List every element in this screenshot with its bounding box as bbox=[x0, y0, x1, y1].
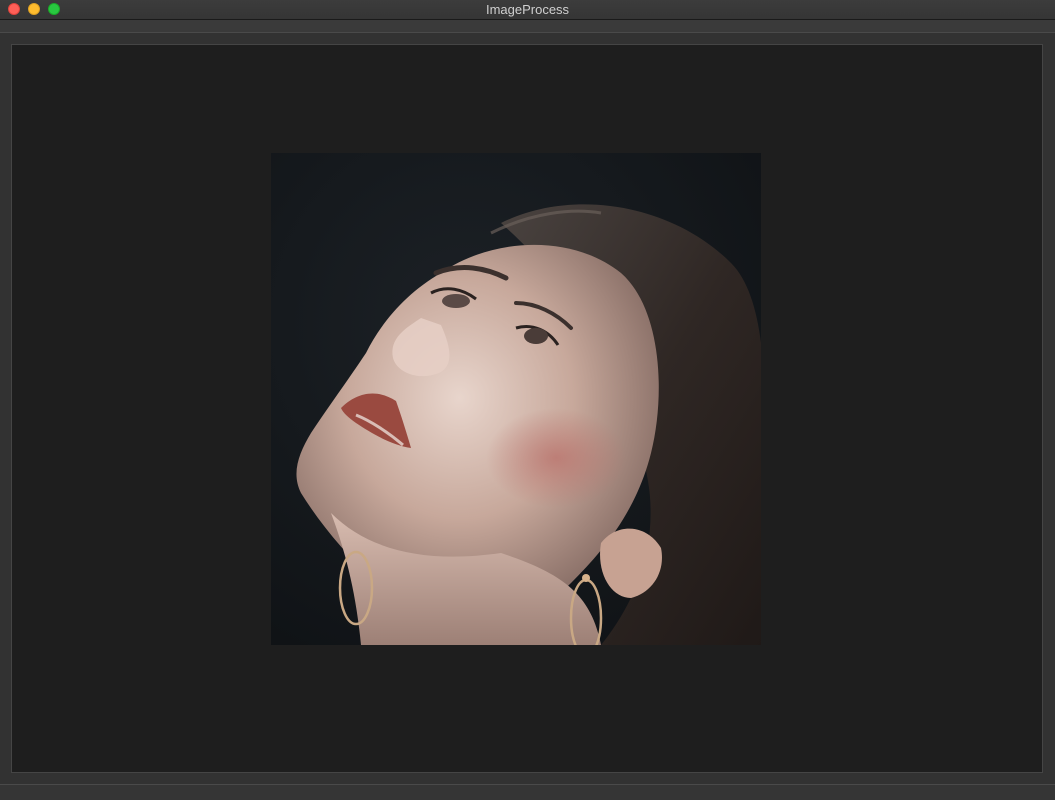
portrait-photo-icon bbox=[271, 153, 761, 645]
window-title: ImageProcess bbox=[485, 2, 570, 17]
status-bar bbox=[0, 784, 1055, 800]
toolbar bbox=[0, 20, 1055, 33]
image-canvas[interactable] bbox=[11, 44, 1043, 773]
title-bar[interactable]: ImageProcess bbox=[0, 0, 1055, 20]
app-window: ImageProcess bbox=[0, 0, 1055, 800]
portrait-image bbox=[271, 153, 761, 645]
